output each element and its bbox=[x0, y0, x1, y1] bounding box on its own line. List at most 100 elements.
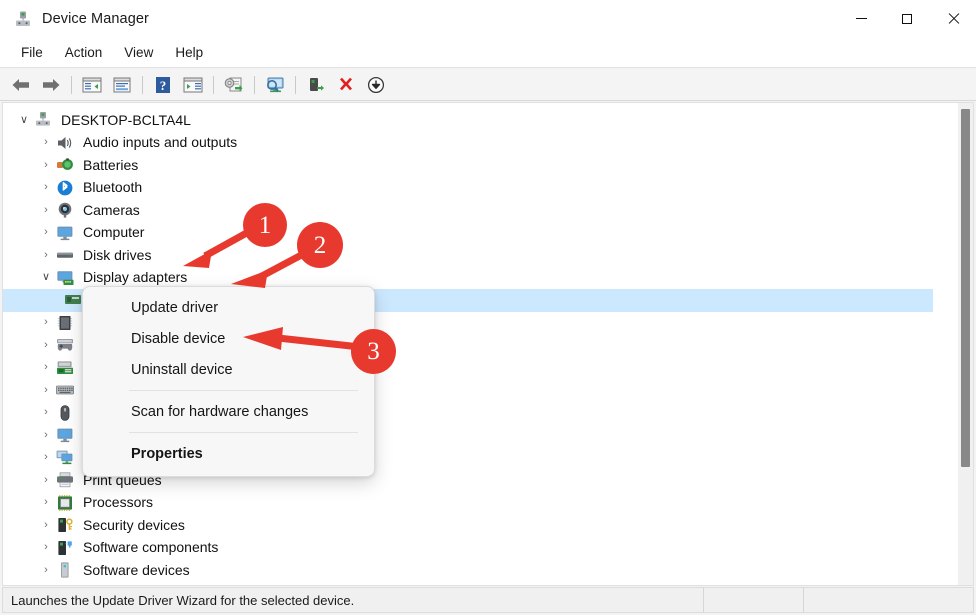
chevron-right-icon[interactable]: › bbox=[39, 182, 53, 193]
game-controller-icon bbox=[55, 336, 75, 354]
chevron-right-icon[interactable]: › bbox=[39, 362, 53, 373]
tree-item-label: Computer bbox=[83, 224, 145, 241]
chevron-right-icon[interactable]: › bbox=[39, 519, 53, 531]
context-menu-item-update-driver[interactable]: Update driver bbox=[83, 292, 374, 323]
tree-root-label: DESKTOP-BCLTA4L bbox=[61, 111, 191, 128]
title-bar: Device Manager bbox=[0, 0, 976, 38]
scrollbar-thumb[interactable] bbox=[961, 109, 970, 467]
context-menu-separator bbox=[129, 432, 358, 433]
chevron-down-icon[interactable]: ∨ bbox=[17, 114, 31, 126]
window-title: Device Manager bbox=[42, 10, 149, 27]
tree-row-root[interactable]: ∨ DESKTOP-BCLTA4L bbox=[3, 109, 933, 132]
tree-row-software-devices[interactable]: › Software devices bbox=[3, 559, 933, 582]
toolbar-separator bbox=[213, 75, 214, 94]
chevron-right-icon[interactable]: › bbox=[39, 384, 53, 396]
toolbar-console-tree-button[interactable] bbox=[77, 71, 107, 99]
keyboard-icon bbox=[55, 381, 75, 399]
close-button[interactable] bbox=[930, 0, 976, 38]
toolbar-action-pane-button[interactable] bbox=[178, 71, 208, 99]
disable-device-icon bbox=[367, 76, 385, 93]
tree-item-label: Software components bbox=[83, 539, 219, 556]
context-menu: Update driver Disable device Uninstall d… bbox=[82, 286, 375, 477]
chevron-right-icon[interactable]: › bbox=[39, 227, 53, 238]
tree-item-label: Display adapters bbox=[83, 269, 188, 286]
toolbar-separator bbox=[142, 75, 143, 94]
status-bar: Launches the Update Driver Wizard for th… bbox=[2, 587, 974, 613]
chevron-right-icon[interactable]: › bbox=[39, 137, 53, 148]
chevron-down-icon[interactable]: ∨ bbox=[39, 272, 53, 283]
tree-row-disk-drives[interactable]: › Disk drives bbox=[3, 244, 933, 267]
minimize-icon bbox=[855, 18, 867, 19]
network-adapter-icon bbox=[55, 449, 75, 467]
device-manager-icon bbox=[14, 10, 32, 28]
tree-item-label: Cameras bbox=[83, 201, 140, 218]
chevron-right-icon[interactable]: › bbox=[39, 564, 53, 576]
chevron-right-icon[interactable]: › bbox=[39, 249, 53, 261]
tree-row-cameras[interactable]: › Cameras bbox=[3, 199, 933, 222]
camera-icon bbox=[55, 201, 75, 219]
security-device-icon bbox=[55, 516, 75, 534]
enable-device-icon bbox=[310, 77, 324, 91]
vertical-scrollbar[interactable] bbox=[958, 103, 973, 585]
context-menu-item-properties[interactable]: Properties bbox=[83, 438, 374, 469]
chevron-right-icon[interactable]: › bbox=[39, 474, 53, 486]
chevron-right-icon[interactable]: › bbox=[39, 339, 53, 351]
battery-icon bbox=[55, 156, 75, 174]
tree-item-label: Bluetooth bbox=[83, 179, 143, 196]
printer-icon bbox=[55, 471, 75, 489]
properties-icon bbox=[113, 77, 131, 92]
chevron-right-icon[interactable]: › bbox=[39, 204, 53, 216]
window-controls bbox=[838, 0, 976, 38]
update-driver-icon bbox=[224, 77, 243, 91]
tree-row-batteries[interactable]: › Batteries bbox=[3, 154, 933, 177]
toolbar-help-button[interactable]: ? bbox=[148, 71, 178, 99]
speaker-icon bbox=[55, 134, 75, 152]
tree-row-software-components[interactable]: › Software components bbox=[3, 537, 933, 560]
tree-row-bluetooth[interactable]: › Bluetooth bbox=[3, 177, 933, 200]
graphics-card-icon bbox=[63, 291, 83, 309]
toolbar-separator bbox=[71, 75, 72, 94]
status-cell-2 bbox=[703, 587, 803, 613]
menu-help[interactable]: Help bbox=[164, 42, 214, 63]
maximize-icon bbox=[902, 13, 912, 24]
chevron-right-icon[interactable]: › bbox=[39, 542, 53, 553]
chevron-right-icon[interactable]: › bbox=[39, 159, 53, 171]
disk-drive-icon bbox=[55, 246, 75, 264]
tree-item-label: Disk drives bbox=[83, 246, 152, 263]
chevron-right-icon[interactable]: › bbox=[39, 452, 53, 463]
software-device-icon bbox=[55, 561, 75, 579]
toolbar-update-driver-button[interactable] bbox=[219, 71, 249, 99]
toolbar-disable-device-button[interactable] bbox=[361, 71, 391, 99]
tree-row-security-devices[interactable]: › Security devices bbox=[3, 514, 933, 537]
processor-icon bbox=[55, 494, 75, 512]
chevron-right-icon[interactable]: › bbox=[39, 317, 53, 328]
toolbar-uninstall-device-button[interactable] bbox=[331, 71, 361, 99]
toolbar-back-button[interactable] bbox=[6, 71, 36, 99]
maximize-button[interactable] bbox=[884, 0, 930, 38]
chevron-right-icon[interactable]: › bbox=[39, 429, 53, 441]
show-hide-action-pane-icon bbox=[183, 77, 203, 92]
context-menu-item-disable-device[interactable]: Disable device bbox=[83, 323, 374, 354]
context-menu-item-uninstall-device[interactable]: Uninstall device bbox=[83, 354, 374, 385]
tree-item-label: Software devices bbox=[83, 561, 190, 578]
minimize-button[interactable] bbox=[838, 0, 884, 38]
tree-row-computer[interactable]: › Computer bbox=[3, 222, 933, 245]
tree-item-label: Security devices bbox=[83, 516, 185, 533]
toolbar-enable-device-button[interactable] bbox=[301, 71, 331, 99]
display-adapter-icon bbox=[55, 269, 75, 287]
menu-file[interactable]: File bbox=[10, 42, 54, 63]
context-menu-item-scan-for-hardware-changes[interactable]: Scan for hardware changes bbox=[83, 396, 374, 427]
menu-action[interactable]: Action bbox=[54, 42, 114, 63]
toolbar-scan-hardware-button[interactable] bbox=[260, 71, 290, 99]
toolbar-forward-button[interactable] bbox=[36, 71, 66, 99]
computer-root-icon bbox=[33, 111, 53, 129]
tree-row-audio-inputs-and-outputs[interactable]: › Audio inputs and outputs bbox=[3, 132, 933, 155]
menu-view[interactable]: View bbox=[113, 42, 164, 63]
toolbar-separator bbox=[295, 75, 296, 94]
tree-row-processors[interactable]: › Processors bbox=[3, 492, 933, 515]
tree-item-label: Audio inputs and outputs bbox=[83, 134, 238, 151]
uninstall-device-icon bbox=[340, 77, 352, 90]
chevron-right-icon[interactable]: › bbox=[39, 407, 53, 418]
chevron-right-icon[interactable]: › bbox=[39, 497, 53, 508]
toolbar-properties-button[interactable] bbox=[107, 71, 137, 99]
